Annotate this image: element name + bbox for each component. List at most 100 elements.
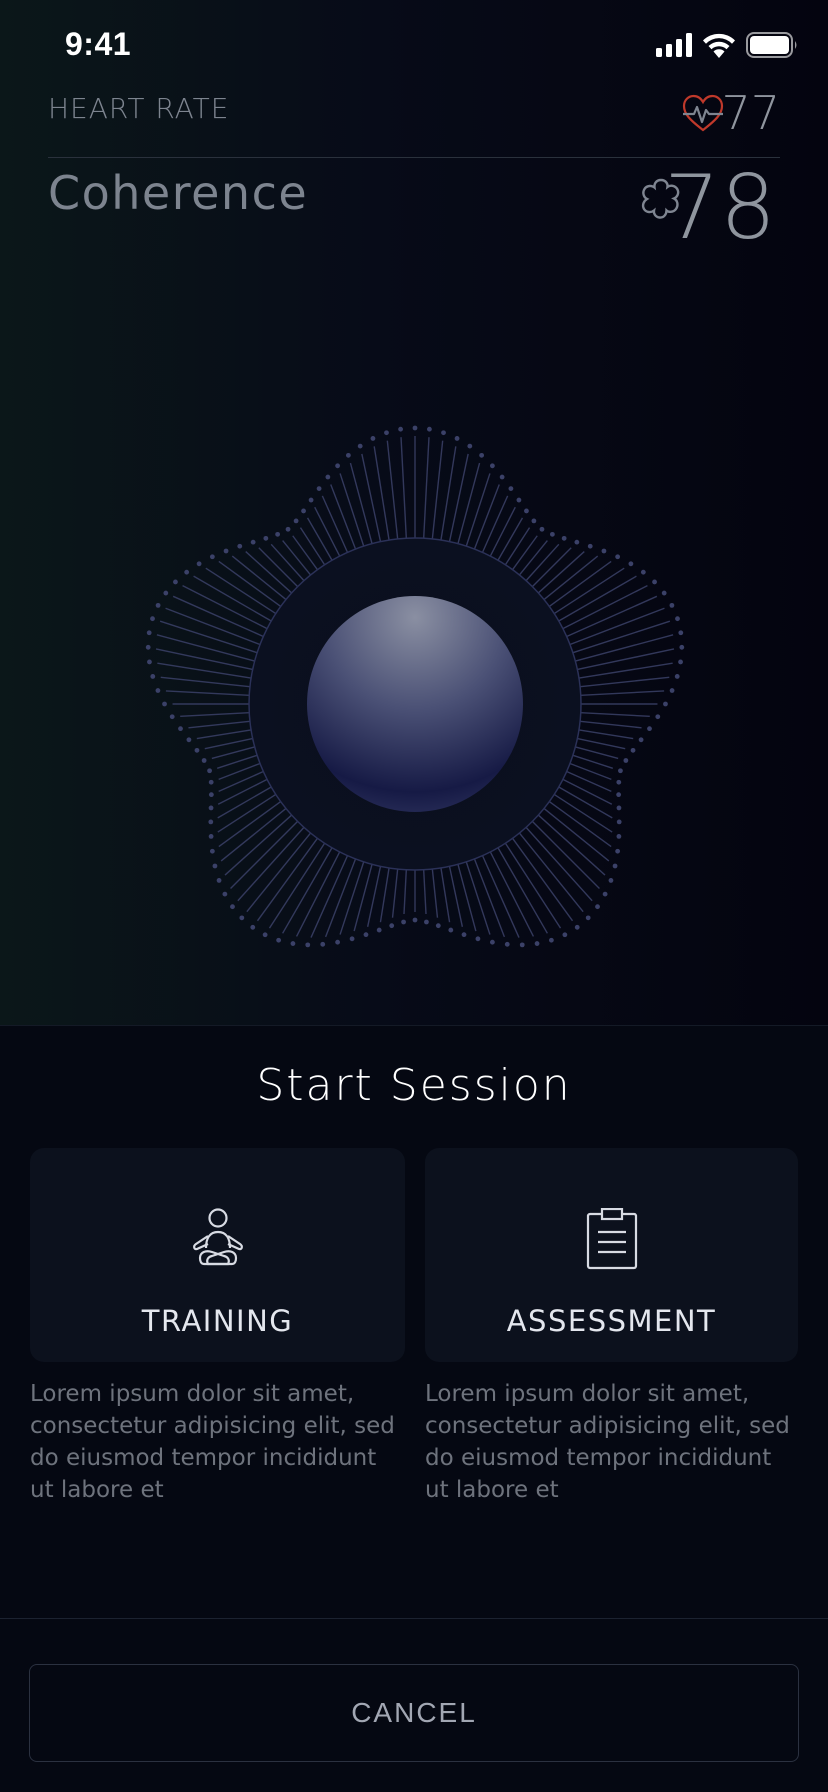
ray-dot [647,726,652,732]
ray-dot [208,834,214,839]
ray-dot [207,768,212,774]
ray-dot [585,915,591,921]
ray-line [562,778,613,805]
assessment-description: Lorem ipsum dolor sit amet, consectetur … [425,1381,790,1503]
ray-dot [628,561,634,567]
ray-dot [186,737,192,743]
ray-dot [669,602,675,608]
ray-dot [209,554,215,560]
ray-line [525,543,560,582]
ray-dot [601,548,607,554]
ray-line [157,662,252,679]
ray-dot [467,443,473,449]
breathing-orb [307,596,523,812]
assessment-option-card[interactable]: ASSESSMENT [425,1148,798,1362]
ray-line [339,473,365,547]
ray-dot [401,919,406,925]
ray-dot [150,616,155,622]
ray-dot [623,758,629,763]
clipboard-icon [586,1208,637,1270]
ray-line [512,837,574,922]
ray-dot [412,917,418,923]
ray-dot [524,508,529,514]
ray-dot [616,834,622,839]
ray-line [217,778,268,805]
ray-line [165,690,250,697]
ray-dot [363,932,369,938]
ray-dot [262,932,268,938]
ray-line [457,462,481,544]
footer-divider [0,1618,828,1619]
ray-line [220,807,287,862]
ray-line [156,634,255,662]
ray-dot [349,936,355,942]
ray-line [246,832,312,913]
start-session-sheet: Start Session TRAINING ASSESSMENT Lorem … [0,1025,828,1792]
ray-dot [237,543,243,549]
ray-line [497,847,548,934]
ray-line [518,832,584,913]
cellular-signal-icon [656,33,692,57]
ray-line [422,437,430,539]
ray-line [205,567,277,615]
ray-dot [146,630,152,636]
ray-line [196,729,252,740]
ray-dot [216,878,222,883]
training-option-card[interactable]: TRAINING [30,1148,405,1362]
ray-dot [345,452,351,458]
ray-dot [479,452,485,458]
ray-line [518,540,548,576]
ray-line [182,584,268,630]
ray-dot [308,497,314,503]
ray-line [577,648,675,671]
ray-dot [208,779,214,785]
ray-dot [652,579,657,585]
ray-line [218,560,282,607]
ray-dot [549,531,555,537]
ray-line [218,770,264,793]
ray-dot [162,701,167,707]
ray-line [497,517,524,561]
ray-line [403,869,408,915]
sheet-title: Start Session [256,1060,572,1111]
ray-line [575,634,674,662]
ray-dot [441,430,446,436]
training-label: TRAINING [141,1304,294,1338]
ray-line [218,801,282,848]
ray-dot [531,518,537,524]
ray-dot [398,426,403,432]
ray-dot [678,659,683,665]
ray-dot [370,436,376,441]
ray-line [578,729,634,740]
ray-line [321,495,349,553]
ray-line [580,720,642,729]
ray-dot [448,927,454,933]
ray-line [386,440,399,539]
cancel-button[interactable]: CANCEL [29,1664,799,1762]
ray-dot [640,569,646,575]
ray-line [431,869,439,918]
ray-dot [574,924,580,930]
ray-dot [655,714,661,720]
ray-dot [201,758,207,763]
ray-line [282,540,312,576]
ray-dot [612,863,618,869]
ray-dot [587,543,593,549]
ray-line [211,746,255,760]
ray-line [349,462,373,544]
ray-line [578,662,673,679]
ray-line [180,711,250,718]
ray-line [299,527,326,566]
ray-line [204,737,253,750]
coherence-value: 78 [664,156,776,259]
ray-line [537,814,606,876]
ray-line [465,473,491,547]
ray-dot [250,539,256,545]
ray-dot [263,535,269,541]
ray-line [558,575,637,622]
ray-dot [357,443,363,449]
ray-line [339,861,365,935]
ray-line [512,535,538,571]
ray-line [548,560,612,607]
ray-line [489,506,516,557]
